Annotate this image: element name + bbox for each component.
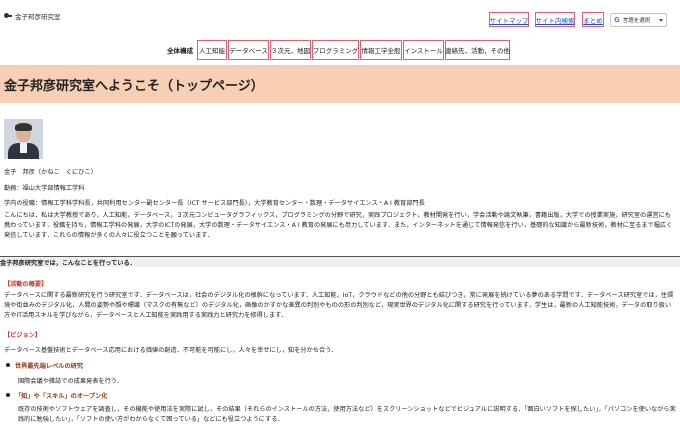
section-title: 金子邦彦研究室では，こんなことを行っている． xyxy=(0,260,136,267)
nav-item-database[interactable]: データベース xyxy=(228,40,269,60)
bullet-text-open: 既存の技術やソフトウェアを調査し，その機能や使用法を実際に試し，その結果（それら… xyxy=(18,406,676,423)
avatar-collar xyxy=(20,143,27,153)
overview-heading: 【活動の概要】 xyxy=(4,281,48,288)
page-title: 金子邦彦研究室へようこそ（トップページ） xyxy=(4,79,264,94)
section-header: 金子邦彦研究室では，こんなことを行っている． xyxy=(0,256,680,267)
main-nav: 全体構成 人工知能 データベース ３次元，地図 プログラミング 情報工学全般 イ… xyxy=(0,40,680,60)
profile-affiliation: 勤務：福山大学部情報工学科 xyxy=(4,185,85,192)
avatar xyxy=(4,119,43,159)
overview-text: データベースに関する最新研究を行う研究室です．データベースは，社会のデジタル化の… xyxy=(4,292,674,319)
nav-item-3d-map[interactable]: ３次元，地図 xyxy=(270,40,311,60)
site-header: 金子邦彦研究室 サイトマップ サイト内検索 まとめ G 言語を選択 xyxy=(0,0,680,36)
vision-heading: 【ビジョン】 xyxy=(4,332,42,339)
google-g-icon: G xyxy=(614,16,620,24)
nav-item-contact[interactable]: 連絡先，活動，その他 xyxy=(445,40,510,60)
site-logo[interactable]: 金子邦彦研究室 xyxy=(4,11,61,21)
bullet-icon xyxy=(6,363,10,367)
sitemap-link[interactable]: サイトマップ xyxy=(489,12,529,27)
vision-text: データベース基盤技術とデータベース応用における価値の創造．不可能を可能にし，人々… xyxy=(4,347,338,354)
language-select-label: 言語を選択 xyxy=(622,18,651,24)
bullet-icon xyxy=(6,393,10,397)
bullet-text-research: 国際会議や雑誌での成果発表を行う． xyxy=(18,378,123,385)
bullet-heading-research: 世界最先端レベルの研究 xyxy=(15,363,84,370)
avatar-hair xyxy=(15,123,32,131)
nav-item-programming[interactable]: プログラミング xyxy=(312,40,359,60)
dropdown-arrow-icon xyxy=(659,18,663,22)
nav-item-install[interactable]: インストール xyxy=(403,40,444,60)
nav-item-ai[interactable]: 人工知能 xyxy=(197,40,227,60)
profile-name: 金子 邦彦（かねこ くにひこ） xyxy=(4,169,97,176)
summary-link[interactable]: まとめ xyxy=(582,12,604,27)
site-search-link[interactable]: サイト内検索 xyxy=(535,12,575,27)
nav-item-info-eng[interactable]: 情報工学全般 xyxy=(360,40,402,60)
hero-banner: 金子邦彦研究室へようこそ（トップページ） xyxy=(0,65,680,103)
profile-intro: こんにちは．私は大学教授であり，人工知能，データベース，３次元コンピュータグラフ… xyxy=(4,212,673,239)
site-title[interactable]: 金子邦彦研究室 xyxy=(15,11,61,21)
bullet-heading-open: 「知」や「スキル」のオープン化 xyxy=(15,393,108,400)
logo-icon xyxy=(4,12,12,20)
language-select[interactable]: G 言語を選択 xyxy=(610,13,667,27)
profile-roles: 学内の役職：情報工学科学科長，共同利用センター副センター長（ICT サービス部門… xyxy=(4,200,425,207)
nav-label: 全体構成 xyxy=(167,47,193,55)
